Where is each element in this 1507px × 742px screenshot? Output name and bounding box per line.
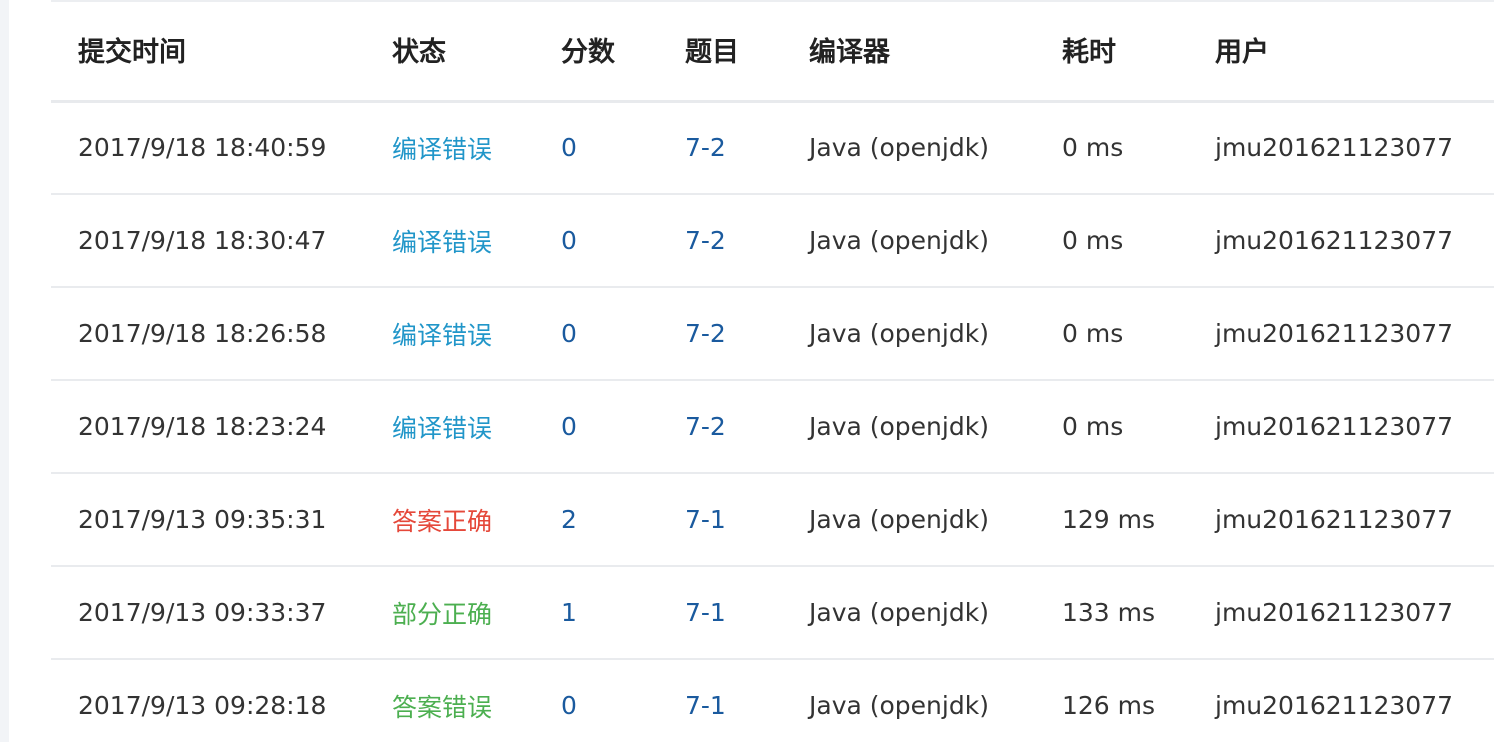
right-margin xyxy=(1494,0,1507,742)
cell-compiler: Java (openjdk) xyxy=(809,412,989,441)
cell-elapsed: 0 ms xyxy=(1062,412,1124,441)
score-link[interactable]: 0 xyxy=(561,412,577,441)
status-link[interactable]: 答案正确 xyxy=(392,507,492,536)
table-row: 2017/9/18 18:40:59 编译错误 0 7-2 Java (open… xyxy=(51,101,1494,194)
cell-elapsed: 133 ms xyxy=(1062,598,1156,627)
table-row: 2017/9/18 18:26:58 编译错误 0 7-2 Java (open… xyxy=(51,287,1494,380)
cell-submit-time: 2017/9/18 18:30:47 xyxy=(78,226,327,255)
header-row: 提交时间 状态 分数 题目 编译器 耗时 用户 xyxy=(51,0,1494,103)
cell-user: jmu201621123077 xyxy=(1215,226,1454,255)
status-link[interactable]: 答案错误 xyxy=(392,693,492,722)
problem-link[interactable]: 7-2 xyxy=(685,319,726,348)
problem-link[interactable]: 7-2 xyxy=(685,412,726,441)
table-row: 2017/9/18 18:30:47 编译错误 0 7-2 Java (open… xyxy=(51,194,1494,287)
problem-link[interactable]: 7-2 xyxy=(685,133,726,162)
status-link[interactable]: 编译错误 xyxy=(392,414,492,443)
problem-link[interactable]: 7-1 xyxy=(685,598,726,627)
cell-compiler: Java (openjdk) xyxy=(809,691,989,720)
cell-user: jmu201621123077 xyxy=(1215,412,1454,441)
header-compiler: 编译器 xyxy=(782,0,1035,103)
cell-user: jmu201621123077 xyxy=(1215,691,1454,720)
cell-user: jmu201621123077 xyxy=(1215,133,1454,163)
problem-link[interactable]: 7-2 xyxy=(685,226,726,255)
cell-user: jmu201621123077 xyxy=(1215,505,1454,534)
header-submit-time: 提交时间 xyxy=(51,0,365,103)
cell-compiler: Java (openjdk) xyxy=(809,505,989,534)
status-link[interactable]: 编译错误 xyxy=(392,135,492,164)
score-link[interactable]: 0 xyxy=(561,691,577,720)
header-user: 用户 xyxy=(1188,0,1494,103)
cell-submit-time: 2017/9/13 09:35:31 xyxy=(78,505,327,534)
status-link[interactable]: 编译错误 xyxy=(392,321,492,350)
submissions-table-container: 提交时间 状态 分数 题目 编译器 耗时 用户 2017/9/18 18:40:… xyxy=(51,0,1494,742)
cell-submit-time: 2017/9/13 09:33:37 xyxy=(78,598,327,627)
cell-user: jmu201621123077 xyxy=(1215,319,1454,348)
table-body: 2017/9/18 18:40:59 编译错误 0 7-2 Java (open… xyxy=(51,101,1494,742)
header-status: 状态 xyxy=(365,0,534,103)
header-score: 分数 xyxy=(534,0,658,103)
left-background-strip xyxy=(0,0,9,742)
table-header: 提交时间 状态 分数 题目 编译器 耗时 用户 xyxy=(51,0,1494,103)
cell-compiler: Java (openjdk) xyxy=(809,319,989,348)
cell-elapsed: 0 ms xyxy=(1062,319,1124,348)
status-link[interactable]: 部分正确 xyxy=(392,600,492,629)
submissions-page: 提交时间 状态 分数 题目 编译器 耗时 用户 2017/9/18 18:40:… xyxy=(0,0,1507,742)
status-link[interactable]: 编译错误 xyxy=(392,228,492,257)
cell-submit-time: 2017/9/18 18:23:24 xyxy=(78,412,327,441)
cell-elapsed: 126 ms xyxy=(1062,691,1156,720)
score-link[interactable]: 0 xyxy=(561,133,577,162)
table-top-divider xyxy=(51,0,1494,2)
header-elapsed: 耗时 xyxy=(1035,0,1188,103)
cell-compiler: Java (openjdk) xyxy=(809,133,989,163)
cell-submit-time: 2017/9/18 18:26:58 xyxy=(78,319,327,348)
cell-compiler: Java (openjdk) xyxy=(809,226,989,255)
cell-elapsed: 0 ms xyxy=(1062,226,1124,255)
header-problem: 题目 xyxy=(658,0,782,103)
cell-elapsed: 0 ms xyxy=(1062,133,1124,163)
cell-user: jmu201621123077 xyxy=(1215,598,1454,627)
cell-elapsed: 129 ms xyxy=(1062,505,1156,534)
table-row: 2017/9/13 09:35:31 答案正确 2 7-1 Java (open… xyxy=(51,473,1494,566)
score-link[interactable]: 0 xyxy=(561,319,577,348)
submissions-table: 提交时间 状态 分数 题目 编译器 耗时 用户 2017/9/18 18:40:… xyxy=(51,0,1494,742)
score-link[interactable]: 1 xyxy=(561,598,577,627)
cell-submit-time: 2017/9/18 18:40:59 xyxy=(78,133,327,163)
table-row: 2017/9/18 18:23:24 编译错误 0 7-2 Java (open… xyxy=(51,380,1494,473)
problem-link[interactable]: 7-1 xyxy=(685,505,726,534)
problem-link[interactable]: 7-1 xyxy=(685,691,726,720)
score-link[interactable]: 0 xyxy=(561,226,577,255)
cell-compiler: Java (openjdk) xyxy=(809,598,989,627)
table-row: 2017/9/13 09:28:18 答案错误 0 7-1 Java (open… xyxy=(51,659,1494,742)
table-row: 2017/9/13 09:33:37 部分正确 1 7-1 Java (open… xyxy=(51,566,1494,659)
score-link[interactable]: 2 xyxy=(561,505,577,534)
cell-submit-time: 2017/9/13 09:28:18 xyxy=(78,691,327,720)
